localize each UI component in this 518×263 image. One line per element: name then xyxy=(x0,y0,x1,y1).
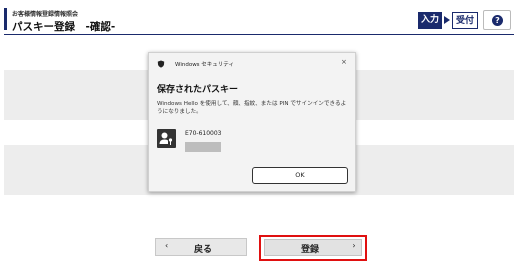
chevron-left-icon: ‹ xyxy=(165,241,169,250)
close-icon[interactable]: × xyxy=(341,58,347,66)
help-button[interactable]: ? xyxy=(483,10,511,30)
breadcrumb: お客様情報登録情報照会 xyxy=(12,11,79,18)
header-divider xyxy=(4,34,514,35)
redacted-detail xyxy=(185,142,221,152)
ok-button[interactable]: OK xyxy=(252,167,348,184)
page-header: お客様情報登録情報照会 パスキー登録 -確認- 入力 受付 ? xyxy=(0,0,518,40)
chevron-right-icon: › xyxy=(352,241,356,250)
dialog-window-title: Windows セキュリティ xyxy=(175,62,234,68)
dialog-description: Windows Hello を使用して、顔、指紋、または PIN でサインインで… xyxy=(157,101,347,115)
step-done: 受付 xyxy=(452,12,478,29)
back-button[interactable]: ‹ 戻る xyxy=(155,238,247,256)
register-button-label: 登録 xyxy=(301,245,320,255)
shield-icon xyxy=(157,60,165,68)
question-icon: ? xyxy=(492,15,503,26)
page-title: パスキー登録 -確認- xyxy=(12,21,116,33)
account-name: E70-610003 xyxy=(185,130,222,137)
step-arrow-icon xyxy=(444,16,450,24)
passkey-dialog: Windows セキュリティ × 保存されたパスキー Windows Hello… xyxy=(148,52,356,192)
user-key-icon xyxy=(157,129,176,148)
header-accent-bar xyxy=(4,8,7,30)
step-input: 入力 xyxy=(418,12,442,29)
dialog-heading: 保存されたパスキー xyxy=(157,85,239,95)
register-button[interactable]: 登録 › xyxy=(264,239,362,256)
back-button-label: 戻る xyxy=(194,245,213,255)
